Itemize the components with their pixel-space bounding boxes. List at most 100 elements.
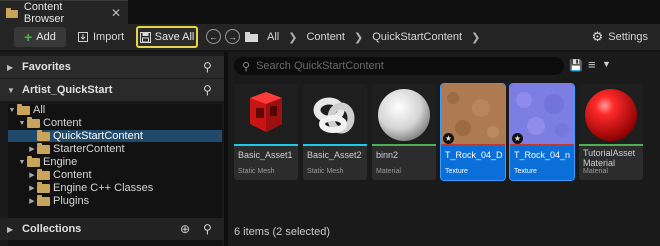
- chevron-down-icon[interactable]: ▼: [602, 59, 611, 69]
- tree-item-label: All: [33, 104, 46, 116]
- tree-item-quickstartcontent[interactable]: QuickStartContent: [8, 129, 222, 142]
- save-search-icon[interactable]: 💾: [569, 59, 583, 72]
- asset-type: Texture: [514, 168, 537, 175]
- expand-arrow-icon: ▶: [29, 185, 35, 192]
- star-icon: ★: [443, 133, 454, 144]
- asset-type: Texture: [445, 168, 468, 175]
- star-icon: ★: [512, 133, 523, 144]
- tree-item-label: QuickStartContent: [53, 130, 143, 142]
- search-icon[interactable]: ⚲: [203, 222, 212, 236]
- asset-type-bar: [234, 144, 298, 146]
- breadcrumb: All ❯ Content ❯ QuickStartContent ❯: [245, 24, 480, 50]
- folder-icon: [37, 181, 50, 193]
- favorites-header[interactable]: ▶ Favorites ⚲: [0, 56, 224, 78]
- chevron-right-icon[interactable]: ❯: [471, 31, 480, 44]
- folder-icon: [27, 116, 40, 128]
- tree-item-plugins[interactable]: ▶ Plugins: [8, 194, 222, 207]
- import-label: Import: [93, 31, 125, 43]
- expand-arrow-icon: ▶: [29, 198, 35, 205]
- asset-tile-binn2[interactable]: binn2 Material: [372, 84, 436, 180]
- import-button[interactable]: Import: [77, 27, 124, 47]
- asset-type: Static Mesh: [238, 168, 275, 175]
- asset-name: T_Rock_04_D: [445, 150, 503, 160]
- tree-item-label: Content: [53, 169, 92, 181]
- forward-icon[interactable]: →: [225, 29, 240, 44]
- expand-arrow-icon: ▶: [7, 62, 14, 72]
- save-icon: [139, 31, 151, 43]
- search-icon[interactable]: ⚲: [203, 60, 212, 74]
- tree-item-engine-content[interactable]: ▶ Content: [8, 168, 222, 181]
- collapse-arrow-icon: ▼: [18, 119, 26, 127]
- asset-thumbnail: [372, 84, 436, 144]
- collapse-arrow-icon: ▼: [18, 158, 26, 166]
- asset-name: Basic_Asset2: [307, 150, 362, 160]
- tree-item-label: Engine C++ Classes: [53, 182, 154, 194]
- folder-icon: [37, 142, 50, 154]
- folder-icon: [37, 194, 50, 206]
- tree-item-label: Engine: [43, 156, 78, 168]
- gear-icon: ⚙: [591, 29, 604, 44]
- asset-tile-basic-asset1[interactable]: Basic_Asset1 Static Mesh: [234, 84, 298, 180]
- folder-icon: [37, 129, 50, 141]
- collections-label: Collections: [22, 223, 82, 235]
- tree-item-label: Content: [43, 117, 82, 129]
- tree-item-all[interactable]: ▼ All: [8, 103, 222, 116]
- toolbar: + Add Import Save All ← → All ❯ Content …: [0, 24, 660, 50]
- asset-name: T_Rock_04_n: [514, 150, 571, 160]
- asset-thumbnail: [303, 84, 367, 144]
- project-label: Artist_QuickStart: [22, 84, 113, 96]
- collapse-arrow-icon: ▼: [7, 85, 15, 95]
- folder-icon: [245, 32, 258, 42]
- breadcrumb-content[interactable]: Content: [306, 31, 345, 43]
- tree-item-label: Plugins: [53, 195, 90, 207]
- asset-tile-t-rock-04-n[interactable]: ★ T_Rock_04_n Texture: [509, 83, 575, 181]
- filter-icon[interactable]: ≡: [588, 57, 596, 72]
- tree-item-startercontent[interactable]: ▶ StarterContent: [8, 142, 222, 155]
- tree-item-content[interactable]: ▼ Content: [8, 116, 222, 129]
- content-browser-tab[interactable]: Content Browser ✕: [0, 0, 128, 25]
- asset-type: Material: [583, 168, 608, 175]
- save-all-label: Save All: [154, 31, 195, 43]
- close-icon[interactable]: ✕: [111, 6, 121, 20]
- asset-type-bar: [372, 144, 436, 146]
- asset-name: Basic_Asset1: [238, 150, 293, 160]
- back-icon[interactable]: ←: [206, 29, 221, 44]
- sources-panel: ▶ Favorites ⚲ ▼ Artist_QuickStart ⚲ ▼ Al…: [0, 52, 224, 246]
- asset-name: binn2: [376, 150, 399, 160]
- asset-tile-tutorialasset-material[interactable]: TutorialAsset Material Material: [579, 84, 643, 180]
- folder-icon: [37, 168, 50, 180]
- asset-type-bar: [579, 144, 643, 146]
- expand-arrow-icon: ▶: [7, 224, 14, 234]
- asset-thumbnail: [234, 84, 298, 144]
- breadcrumb-quickstartcontent[interactable]: QuickStartContent: [372, 31, 462, 43]
- tab-strip: Content Browser ✕: [0, 0, 660, 25]
- search-icon[interactable]: ⚲: [203, 83, 212, 97]
- content-browser-icon: [6, 7, 18, 18]
- asset-type-bar: [303, 144, 367, 146]
- asset-tile-basic-asset2[interactable]: Basic_Asset2 Static Mesh: [303, 84, 367, 180]
- search-input[interactable]: [256, 60, 537, 72]
- asset-type: Static Mesh: [307, 168, 344, 175]
- add-button[interactable]: + Add: [14, 27, 66, 47]
- chevron-right-icon: ❯: [353, 31, 364, 44]
- expand-arrow-icon: ▶: [29, 172, 35, 179]
- save-all-button[interactable]: Save All: [136, 26, 198, 48]
- settings-label: Settings: [608, 31, 648, 43]
- favorites-label: Favorites: [22, 61, 71, 73]
- project-header[interactable]: ▼ Artist_QuickStart ⚲: [0, 79, 224, 101]
- add-collection-icon[interactable]: ⊕: [180, 222, 190, 236]
- plus-icon: +: [24, 29, 33, 45]
- tree-item-engine[interactable]: ▼ Engine: [8, 155, 222, 168]
- search-icon: ⚲: [242, 60, 251, 73]
- asset-type: Material: [376, 168, 401, 175]
- collapse-arrow-icon: ▼: [8, 106, 16, 114]
- tree-item-engine-cpp-classes[interactable]: ▶ Engine C++ Classes: [8, 181, 222, 194]
- breadcrumb-all[interactable]: All: [267, 31, 279, 43]
- asset-view-panel: ⚲ 💾 ≡ ▼ Basic_Asset1 Static Mesh: [228, 52, 660, 246]
- settings-button[interactable]: ⚙ Settings: [592, 24, 648, 50]
- search-bar[interactable]: ⚲: [234, 57, 564, 75]
- asset-tile-t-rock-04-d[interactable]: ★ T_Rock_04_D Texture: [440, 83, 506, 181]
- tab-title: Content Browser: [23, 0, 65, 25]
- collections-header[interactable]: ▶ Collections ⊕ ⚲: [0, 218, 224, 240]
- status-text: 6 items (2 selected): [234, 226, 330, 238]
